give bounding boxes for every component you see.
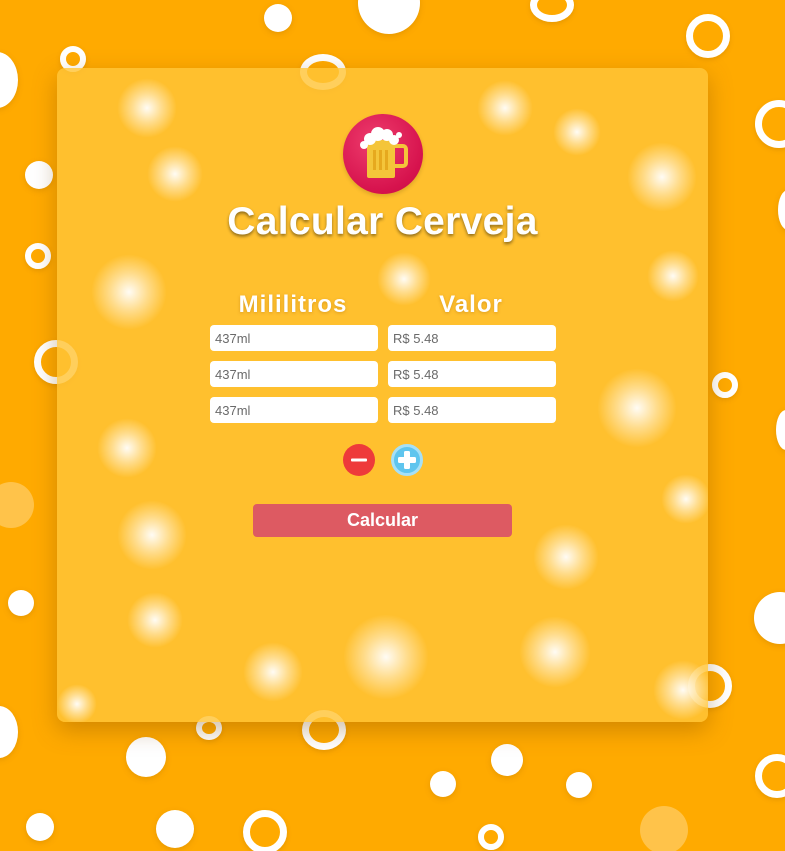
bubble-decoration — [566, 772, 592, 798]
bokeh-decoration — [57, 684, 97, 722]
calculator-card: Calcular Cerveja Mililitros Valor Calcul… — [57, 68, 708, 722]
bokeh-decoration — [519, 616, 591, 688]
minus-circle-icon — [351, 458, 367, 462]
bokeh-decoration — [91, 254, 167, 330]
bokeh-decoration — [147, 146, 203, 202]
bokeh-decoration — [117, 78, 177, 138]
bubble-decoration — [156, 810, 194, 848]
plus-circle-icon — [398, 451, 416, 469]
value-input-3[interactable] — [388, 397, 556, 423]
ring-decoration — [755, 754, 785, 798]
milliliters-input-3[interactable] — [210, 397, 378, 423]
bokeh-decoration — [243, 642, 303, 702]
beer-logo — [343, 114, 423, 194]
bubble-decoration — [8, 590, 34, 616]
bubble-decoration — [0, 52, 18, 108]
ring-decoration — [686, 14, 730, 58]
bubble-decoration — [264, 4, 292, 32]
ring-decoration — [25, 243, 51, 269]
bokeh-decoration — [647, 250, 699, 302]
bubble-decoration — [126, 737, 166, 777]
ring-decoration — [243, 810, 287, 851]
bokeh-decoration — [661, 474, 708, 524]
bubble-decoration — [776, 410, 785, 450]
ring-decoration — [530, 0, 574, 22]
bubble-decoration — [491, 744, 523, 776]
milliliters-input-1[interactable] — [210, 325, 378, 351]
bokeh-decoration — [653, 660, 708, 720]
bubble-decoration — [778, 190, 785, 230]
milliliters-header: Mililitros — [238, 291, 348, 318]
bubble-decoration — [0, 706, 18, 758]
bubble-decoration — [26, 813, 54, 841]
bubble-decoration — [640, 806, 688, 851]
bubble-decoration — [25, 161, 53, 189]
bokeh-decoration — [343, 614, 429, 700]
value-input-1[interactable] — [388, 325, 556, 351]
remove-row-button[interactable] — [343, 444, 375, 476]
ring-decoration — [712, 372, 738, 398]
bubble-decoration — [358, 0, 420, 34]
value-header: Valor — [439, 291, 503, 318]
add-row-button[interactable] — [391, 444, 423, 476]
beer-mug-icon — [360, 127, 408, 178]
ring-decoration — [478, 824, 504, 850]
bokeh-decoration — [477, 80, 533, 136]
value-input-2[interactable] — [388, 361, 556, 387]
bubble-decoration — [754, 592, 785, 644]
bokeh-decoration — [553, 108, 601, 156]
bokeh-decoration — [127, 592, 183, 648]
bokeh-decoration — [597, 368, 677, 448]
bubble-decoration — [430, 771, 456, 797]
milliliters-input-2[interactable] — [210, 361, 378, 387]
bubble-decoration — [0, 482, 34, 528]
ring-decoration — [755, 100, 785, 148]
bokeh-decoration — [97, 418, 157, 478]
bokeh-decoration — [117, 500, 187, 570]
calculate-button[interactable]: Calcular — [253, 504, 512, 537]
bokeh-decoration — [533, 524, 599, 590]
page-title: Calcular Cerveja — [227, 200, 538, 243]
